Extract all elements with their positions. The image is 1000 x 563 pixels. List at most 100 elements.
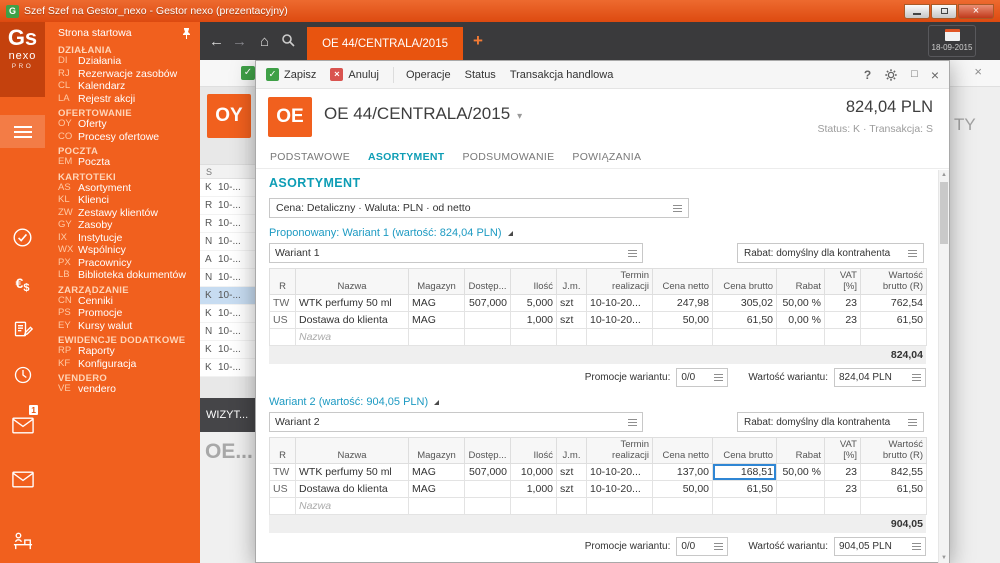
cell[interactable]: 762,54 xyxy=(861,295,927,312)
cell[interactable]: 10-10-20... xyxy=(587,481,653,498)
variant-2-value-field[interactable]: 904,05 PLN xyxy=(834,537,926,556)
column-header[interactable]: Nazwa xyxy=(296,269,409,295)
sidebar-item[interactable]: LARejestr akcji xyxy=(45,93,200,106)
background-list-row[interactable]: K10-... xyxy=(200,359,255,377)
variant-2-heading[interactable]: Wariant 2 (wartość: 904,05 PLN) xyxy=(269,396,924,408)
sidebar-item[interactable]: CNCenniki xyxy=(45,295,200,308)
scroll-up-icon[interactable]: ▲ xyxy=(939,172,949,178)
sidebar-item[interactable]: ZWZestawy klientów xyxy=(45,207,200,220)
column-header[interactable]: Magazyn xyxy=(409,438,465,464)
variant-2-name-field[interactable] xyxy=(269,412,643,432)
cancel-button[interactable]: × Anuluj xyxy=(330,68,379,81)
item-row[interactable]: TWWTK perfumy 50 mlMAG507,0005,000szt10-… xyxy=(270,295,927,312)
cell[interactable]: Dostawa do klienta xyxy=(296,312,409,329)
column-header[interactable]: Termin realizacji xyxy=(587,269,653,295)
column-header[interactable]: Nazwa xyxy=(296,438,409,464)
cell[interactable]: 10-10-20... xyxy=(587,464,653,481)
sidebar-item[interactable]: PSPromocje xyxy=(45,307,200,320)
column-header[interactable]: Wartość brutto (R) xyxy=(861,269,927,295)
cell[interactable]: 10,000 xyxy=(511,464,557,481)
variant-1-name-input[interactable] xyxy=(275,247,628,259)
sidebar-item[interactable]: RPRaporty xyxy=(45,345,200,358)
sidebar-item[interactable]: OYOferty xyxy=(45,118,200,131)
column-header[interactable]: Cena brutto xyxy=(713,269,777,295)
back-button[interactable]: ← xyxy=(209,33,224,50)
column-header[interactable]: Dostęp... xyxy=(465,438,511,464)
cell[interactable]: 50,00 % xyxy=(777,464,825,481)
column-header[interactable]: Magazyn xyxy=(409,269,465,295)
search-button[interactable] xyxy=(281,33,295,52)
column-header[interactable]: J.m. xyxy=(557,269,587,295)
workstation-icon[interactable] xyxy=(0,526,45,556)
status-menu-button[interactable]: Status xyxy=(465,69,496,81)
name-placeholder-cell[interactable]: Nazwa xyxy=(296,498,409,515)
column-header[interactable]: Cena brutto xyxy=(713,438,777,464)
sidebar-item[interactable]: LBBiblioteka dokumentów xyxy=(45,269,200,282)
sidebar-item[interactable]: DIDziałania xyxy=(45,55,200,68)
dialog-scrollbar[interactable]: ▲ ▼ xyxy=(938,170,949,563)
sidebar-item[interactable]: VEvendero xyxy=(45,383,200,396)
cell[interactable]: MAG xyxy=(409,464,465,481)
cell[interactable] xyxy=(465,481,511,498)
item-row[interactable]: TWWTK perfumy 50 mlMAG507,00010,000szt10… xyxy=(270,464,927,481)
background-list-row[interactable]: R10-... xyxy=(200,197,255,215)
item-row[interactable]: USDostawa do klientaMAG1,000szt10-10-20.… xyxy=(270,481,927,498)
sidebar-item[interactable]: CLKalendarz xyxy=(45,80,200,93)
background-list-row[interactable]: K10-... xyxy=(200,305,255,323)
save-button[interactable]: ✓ Zapisz xyxy=(266,68,316,81)
help-button[interactable]: ? xyxy=(864,69,871,81)
variant-1-heading[interactable]: Proponowany: Wariant 1 (wartość: 824,04 … xyxy=(269,227,924,239)
column-header[interactable]: Dostęp... xyxy=(465,269,511,295)
new-item-row[interactable]: Nazwa xyxy=(270,498,927,515)
column-header[interactable]: R xyxy=(270,269,296,295)
column-header[interactable]: Rabat xyxy=(777,438,825,464)
cell[interactable]: Dostawa do klienta xyxy=(296,481,409,498)
variant-1-value-field[interactable]: 824,04 PLN xyxy=(834,368,926,387)
unread-mail-icon[interactable]: 1 xyxy=(0,410,45,440)
scrollbar-thumb[interactable] xyxy=(940,182,948,244)
sidebar-item[interactable]: KFKonfiguracja xyxy=(45,358,200,371)
cell[interactable]: 50,00 xyxy=(653,481,713,498)
document-title-dropdown[interactable]: OE 44/CENTRALA/2015 ▾ xyxy=(324,104,522,124)
cell[interactable]: 50,00 % xyxy=(777,295,825,312)
cell[interactable]: szt xyxy=(557,464,587,481)
trade-transaction-menu-button[interactable]: Transakcja handlowa xyxy=(510,69,614,81)
column-header[interactable]: Wartość brutto (R) xyxy=(861,438,927,464)
background-list-row[interactable]: K10-... xyxy=(200,341,255,359)
cell[interactable]: 61,50 xyxy=(861,312,927,329)
column-header[interactable]: Ilość xyxy=(511,269,557,295)
tab-podstawowe[interactable]: PODSTAWOWE xyxy=(270,151,350,163)
scroll-down-icon[interactable]: ▼ xyxy=(939,555,949,561)
background-list-row[interactable]: K10-... xyxy=(200,179,255,197)
cell[interactable]: szt xyxy=(557,295,587,312)
sidebar-item[interactable]: COProcesy ofertowe xyxy=(45,131,200,144)
dialog-maximize-button[interactable]: □ xyxy=(911,69,918,80)
cell[interactable]: 137,00 xyxy=(653,464,713,481)
cell[interactable]: US xyxy=(270,481,296,498)
column-header[interactable]: Cena netto xyxy=(653,438,713,464)
clock-icon[interactable] xyxy=(0,360,45,390)
cell[interactable]: MAG xyxy=(409,481,465,498)
cell[interactable] xyxy=(465,312,511,329)
variant-2-discount-field[interactable]: Rabat: domyślny dla kontrahenta xyxy=(737,412,924,432)
background-list-row[interactable]: R10-... xyxy=(200,215,255,233)
settings-gear-icon[interactable] xyxy=(884,68,898,82)
cell[interactable]: 61,50 xyxy=(861,481,927,498)
dialog-close-button[interactable]: × xyxy=(931,68,939,82)
add-button-icon[interactable]: ✓ xyxy=(241,66,255,80)
sidebar-item[interactable]: EYKursy walut xyxy=(45,320,200,333)
tab-powiazania[interactable]: POWIĄZANIA xyxy=(572,151,641,163)
column-header[interactable]: Termin realizacji xyxy=(587,438,653,464)
column-header[interactable]: Cena netto xyxy=(653,269,713,295)
variant-1-promotions-field[interactable]: 0/0 xyxy=(676,368,728,387)
cell[interactable]: 507,000 xyxy=(465,464,511,481)
cell[interactable]: szt xyxy=(557,312,587,329)
cell[interactable]: WTK perfumy 50 ml xyxy=(296,464,409,481)
cell[interactable]: TW xyxy=(270,464,296,481)
cell[interactable]: 0,00 % xyxy=(777,312,825,329)
cell[interactable]: 247,98 xyxy=(653,295,713,312)
column-header[interactable]: VAT [%] xyxy=(825,438,861,464)
variant-2-name-input[interactable] xyxy=(275,416,628,428)
cell[interactable]: 61,50 xyxy=(713,312,777,329)
cell[interactable]: 23 xyxy=(825,312,861,329)
